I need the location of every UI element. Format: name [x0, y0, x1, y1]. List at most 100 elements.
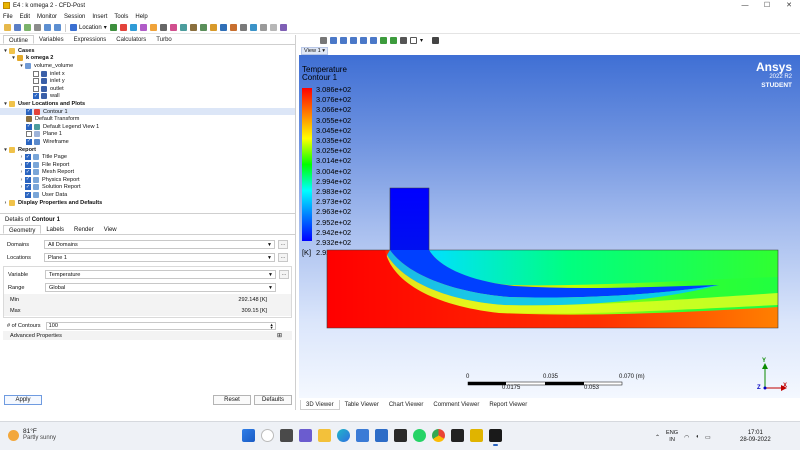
locations-select[interactable]: Plane 1 ▼	[44, 253, 275, 262]
figure-icon[interactable]	[269, 24, 277, 31]
particle-track-icon[interactable]	[139, 24, 147, 31]
sync-views-icon[interactable]	[432, 37, 440, 44]
tab-table-viewer[interactable]: Table Viewer	[340, 400, 384, 410]
streamline-icon[interactable]	[129, 24, 137, 31]
tree-node-plane[interactable]: Plane 1	[0, 131, 295, 139]
domains-browse-button[interactable]: …	[278, 240, 288, 249]
load-state-icon[interactable]	[4, 24, 11, 31]
contour-icon[interactable]	[119, 24, 127, 31]
tree-node-boundary[interactable]: outlet	[0, 85, 295, 93]
search-icon[interactable]	[261, 429, 274, 442]
advanced-properties-row[interactable]: Advanced Properties ⊞	[3, 331, 292, 340]
pan-icon[interactable]	[340, 37, 347, 44]
comment-icon[interactable]	[259, 24, 267, 31]
expand-icon[interactable]: ›	[18, 162, 25, 168]
chevron-down-icon[interactable]: ▾	[420, 37, 423, 44]
expand-icon[interactable]: ›	[18, 177, 25, 183]
include-checkbox[interactable]: ✓	[25, 169, 31, 176]
menu-edit[interactable]: Edit	[20, 14, 30, 20]
expand-icon[interactable]: ›	[18, 154, 25, 160]
load-results-icon[interactable]	[24, 24, 31, 31]
tree-node-contour[interactable]: ✓ Contour 1	[0, 107, 295, 116]
menu-help[interactable]: Help	[135, 14, 147, 20]
rotate-icon[interactable]	[330, 37, 337, 44]
zoom-box-icon[interactable]	[360, 37, 367, 44]
include-checkbox[interactable]: ✓	[25, 192, 31, 199]
include-checkbox[interactable]: ✓	[25, 184, 31, 191]
collapse-icon[interactable]: ▾	[18, 63, 25, 69]
visibility-checkbox[interactable]	[33, 70, 39, 77]
tree-node-cases[interactable]: ▾ Cases	[0, 47, 295, 55]
collapse-icon[interactable]: ▾	[2, 101, 9, 107]
text-icon[interactable]	[159, 24, 167, 31]
view-options-icon[interactable]	[390, 37, 397, 44]
reset-button[interactable]: Reset	[213, 395, 251, 405]
notion-icon[interactable]	[451, 429, 464, 442]
vector-icon[interactable]	[109, 24, 117, 31]
weather-widget[interactable]: 81°F Partly sunny	[8, 428, 56, 442]
tree-node-boundary[interactable]: inlet y	[0, 77, 295, 85]
menu-session[interactable]: Session	[64, 14, 85, 20]
expression-icon[interactable]	[229, 24, 237, 31]
clip-plane-icon[interactable]	[199, 24, 207, 31]
visibility-checkbox[interactable]: ✓	[33, 93, 39, 100]
visibility-checkbox[interactable]: ✓	[26, 123, 32, 130]
tree-node-report-item[interactable]: ✓ User Data	[0, 191, 295, 199]
menu-insert[interactable]: Insert	[92, 14, 107, 20]
spin-arrows-icon[interactable]: ▲ ▼	[270, 322, 274, 329]
expand-icon[interactable]: ⊞	[277, 332, 282, 339]
microsoft-store-icon[interactable]	[356, 429, 369, 442]
volume-icon[interactable]: ◖	[695, 434, 699, 440]
include-checkbox[interactable]: ✓	[25, 161, 31, 168]
tab-outline[interactable]: Outline	[3, 35, 35, 44]
chevron-up-icon[interactable]: ⌃	[655, 434, 660, 441]
tree-node-boundary[interactable]: inlet x	[0, 70, 295, 78]
include-checkbox[interactable]: ✓	[25, 154, 31, 161]
panel-divider[interactable]	[0, 213, 295, 214]
apply-button[interactable]: Apply	[4, 395, 42, 405]
menu-monitor[interactable]: Monitor	[37, 14, 57, 20]
windows-start-icon[interactable]	[242, 429, 255, 442]
domains-select[interactable]: All Domains ▼	[44, 240, 275, 249]
3d-viewport[interactable]: Ansys 2022 R2 STUDENT Temperature Contou…	[299, 55, 800, 398]
variable-browse-button[interactable]: …	[279, 270, 289, 279]
ansys-workbench-icon[interactable]	[470, 429, 483, 442]
locations-browse-button[interactable]: …	[278, 253, 288, 262]
redo-icon[interactable]	[54, 24, 61, 31]
tree-node-report-item[interactable]: › ✓ Title Page	[0, 153, 295, 161]
task-view-icon[interactable]	[280, 429, 293, 442]
close-button[interactable]: ✕	[778, 0, 800, 11]
menu-file[interactable]: File	[3, 14, 13, 20]
zoom-icon[interactable]	[350, 37, 357, 44]
highlight-icon[interactable]	[380, 37, 387, 44]
tree-node-user-locations[interactable]: ▾ User Locations and Plots	[0, 100, 295, 108]
probe-icon[interactable]	[400, 37, 407, 44]
visibility-checkbox[interactable]	[33, 78, 39, 85]
tree-node-boundary[interactable]: ✓ wall	[0, 93, 295, 101]
tree-node-wireframe[interactable]: ✓ Wireframe	[0, 138, 295, 146]
include-checkbox[interactable]: ✓	[25, 176, 31, 183]
visibility-checkbox[interactable]: ✓	[26, 138, 32, 145]
tree-node-domain[interactable]: ▾ volume_volume	[0, 62, 295, 70]
save-state-icon[interactable]	[14, 24, 21, 31]
tab-chart-viewer[interactable]: Chart Viewer	[384, 400, 429, 410]
battery-icon[interactable]: ▭	[705, 434, 711, 441]
edge-browser-icon[interactable]	[337, 429, 350, 442]
tab-render[interactable]: Render	[69, 225, 99, 234]
tree-node-report-item[interactable]: › ✓ Physics Report	[0, 176, 295, 184]
tree-node-report-item[interactable]: › ✓ File Report	[0, 161, 295, 169]
collapse-icon[interactable]: ▾	[10, 55, 17, 61]
view-selector[interactable]: View 1 ▾	[301, 47, 329, 55]
tab-expressions[interactable]: Expressions	[69, 35, 112, 44]
contours-spinbox[interactable]: 100 ▲ ▼	[45, 321, 276, 330]
visibility-checkbox[interactable]: ✓	[26, 108, 32, 115]
volume-render-icon[interactable]	[149, 24, 157, 31]
cfd-post-taskbar-icon[interactable]	[489, 429, 502, 446]
whatsapp-icon[interactable]	[413, 429, 426, 442]
menu-tools[interactable]: Tools	[114, 14, 128, 20]
print-icon[interactable]	[34, 24, 41, 31]
range-select[interactable]: Global ▼	[45, 283, 276, 292]
chrome-icon[interactable]	[432, 429, 445, 442]
variable-select[interactable]: Temperature ▼	[45, 270, 276, 279]
ansys-app-icon[interactable]	[394, 429, 407, 442]
